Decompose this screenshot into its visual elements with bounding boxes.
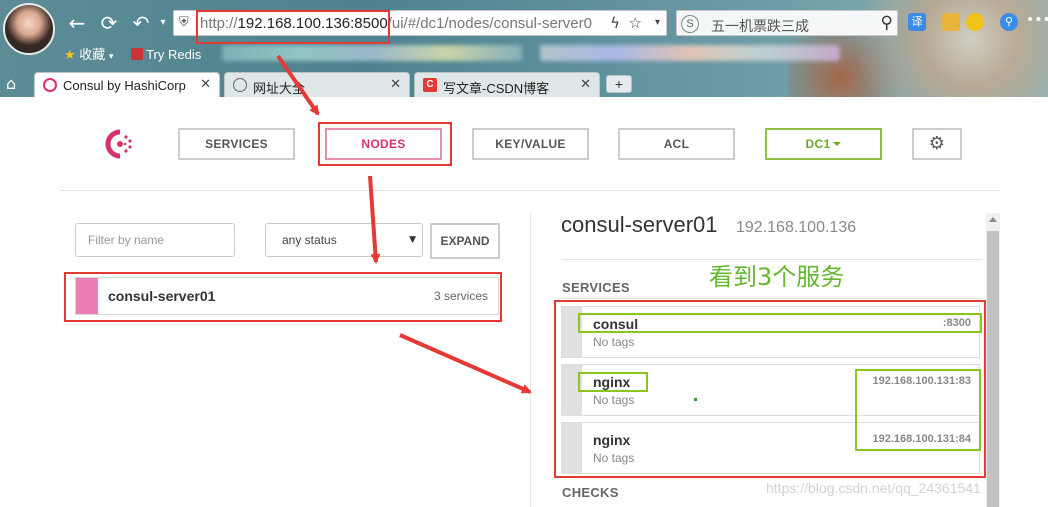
more-icon[interactable]: •••: [1026, 13, 1048, 31]
search-bar[interactable]: S 五一机票跌三成 ⚲: [676, 10, 898, 36]
expand-button[interactable]: EXPAND: [430, 223, 500, 259]
tab-label: 写文章-CSDN博客: [443, 81, 550, 96]
services-section-label: SERVICES: [562, 280, 630, 295]
nav-keyvalue-button[interactable]: KEY/VALUE: [472, 128, 589, 160]
node-detail-ip: 192.168.100.136: [736, 219, 857, 236]
annotation-text: 看到3个服务: [709, 263, 845, 291]
bookmarks-bar: ★ 收藏 ▾ Try Redis: [64, 44, 215, 66]
bookmark-favorites[interactable]: ★ 收藏 ▾: [64, 44, 113, 63]
annotation-consul-box: [578, 313, 982, 333]
dropdown-icon[interactable]: ▾: [655, 17, 660, 28]
arrow-to-services: [399, 333, 532, 394]
nav-services-button[interactable]: SERVICES: [178, 128, 295, 160]
datacenter-dropdown[interactable]: DC1: [765, 128, 882, 160]
divider: [562, 298, 982, 299]
scroll-up-icon[interactable]: [989, 217, 997, 222]
extension-icon[interactable]: [966, 13, 984, 31]
lightning-icon[interactable]: ϟ: [610, 14, 620, 32]
panel-divider: [530, 213, 531, 507]
screen: ← ⟳ ↶ ▾ ⛨ http://192.168.100.136:8500/ui…: [0, 0, 1048, 507]
user-avatar[interactable]: [3, 3, 55, 55]
consul-favicon-icon: [43, 78, 57, 92]
bookmark-label: 收藏: [79, 47, 106, 62]
extension-icon[interactable]: ⚲: [1000, 13, 1018, 31]
csdn-favicon-icon: C: [423, 78, 437, 92]
blurred-bookmarks: [222, 45, 522, 61]
new-tab-button[interactable]: +: [606, 75, 632, 93]
node-detail-title: consul-server01: [561, 212, 718, 237]
bookmark-try-redis[interactable]: Try Redis: [131, 47, 201, 62]
blurred-bookmarks: [540, 45, 840, 61]
nav-acl-button[interactable]: ACL: [618, 128, 735, 160]
filter-name-input[interactable]: Filter by name: [75, 223, 235, 257]
detail-scrollbar[interactable]: [986, 213, 1000, 507]
annotation-node-box: [64, 272, 502, 322]
annotation-nginx-box: [578, 372, 648, 392]
status-select[interactable]: any status ▼: [265, 223, 423, 257]
tab-strip: ⌂ Consul by HashiCorp ✕ 网址大全 ✕ C 写文章-CSD…: [0, 69, 1048, 97]
datacenter-label: DC1: [805, 137, 831, 151]
globe-icon: [233, 78, 247, 92]
divider: [60, 190, 1000, 191]
chevron-down-icon: ▾: [108, 51, 114, 61]
scrollbar-thumb[interactable]: [987, 231, 999, 507]
tab-hao[interactable]: 网址大全 ✕: [224, 72, 410, 97]
extension-icon[interactable]: [942, 13, 960, 31]
caret-down-icon: [833, 142, 842, 146]
close-icon[interactable]: ✕: [200, 77, 211, 92]
browser-chrome: ← ⟳ ↶ ▾ ⛨ http://192.168.100.136:8500/ui…: [0, 0, 1048, 97]
home-icon[interactable]: ⌂: [6, 74, 16, 93]
bookmark-label: Try Redis: [146, 47, 202, 62]
consul-logo[interactable]: [104, 128, 136, 160]
back-icon[interactable]: ←: [64, 10, 90, 36]
translate-icon[interactable]: 译: [908, 13, 926, 31]
tab-label: 网址大全: [253, 81, 306, 96]
tab-label: Consul by HashiCorp: [63, 78, 186, 93]
redis-icon: [131, 48, 144, 60]
status-select-value: any status: [282, 233, 337, 247]
refresh-icon[interactable]: ⟳: [96, 10, 122, 36]
tab-csdn[interactable]: C 写文章-CSDN博客 ✕: [414, 72, 600, 97]
annotation-url-box: [196, 10, 390, 44]
checks-section-label: CHECKS: [562, 485, 619, 500]
search-icon[interactable]: ⚲: [881, 13, 893, 33]
star-icon: ★: [64, 48, 76, 63]
tab-consul[interactable]: Consul by HashiCorp ✕: [34, 72, 220, 97]
settings-gear-icon[interactable]: ⚙: [912, 128, 962, 160]
chevron-down-icon: ▼: [409, 235, 416, 245]
close-icon[interactable]: ✕: [580, 77, 591, 92]
search-engine-icon: S: [681, 15, 699, 33]
star-icon[interactable]: ☆: [629, 14, 642, 32]
close-icon[interactable]: ✕: [390, 77, 401, 92]
watermark: https://blog.csdn.net/qq_24361541: [766, 480, 981, 496]
search-placeholder: 五一机票跌三成: [711, 18, 809, 34]
shield-icon: ⛨: [179, 15, 189, 30]
annotation-nodes-box: [318, 122, 452, 166]
annotation-address-box: [855, 369, 981, 451]
url-path: /ui/#/dc1/nodes/consul-server0: [387, 15, 592, 32]
